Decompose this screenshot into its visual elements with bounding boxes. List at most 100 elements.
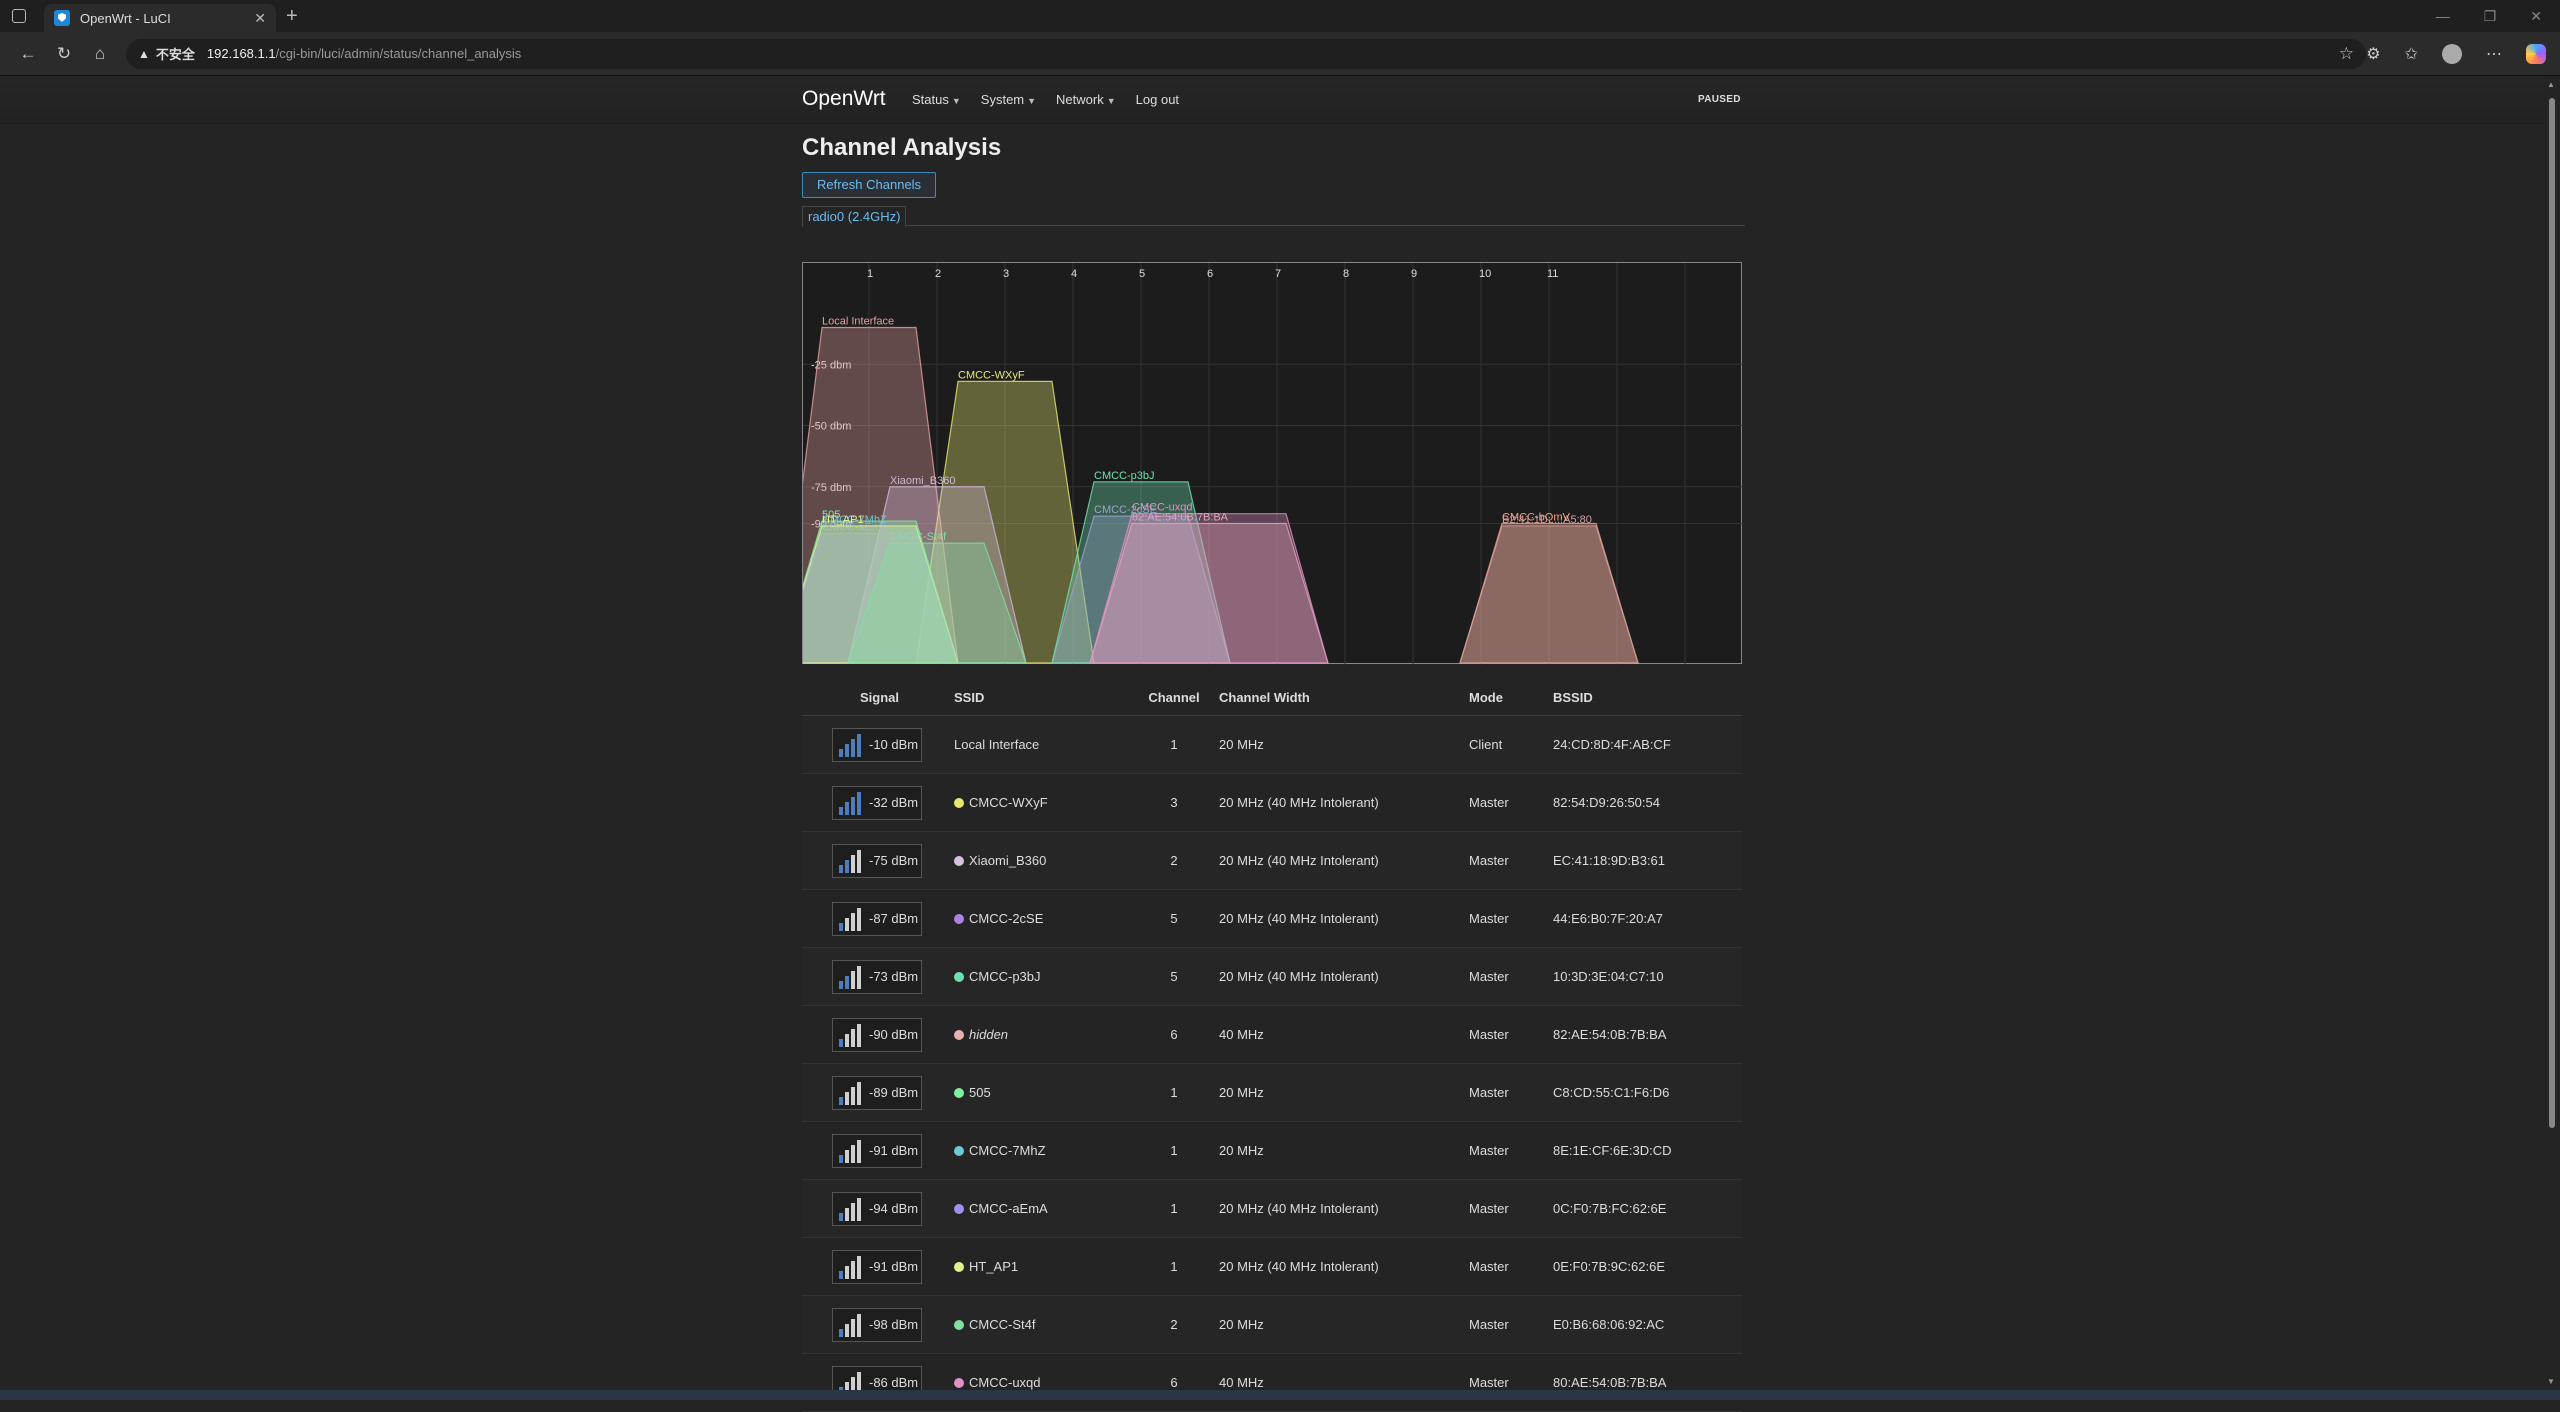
table-row: -87 dBm CMCC-2cSE 5 20 MHz (40 MHz Intol… xyxy=(802,890,1742,948)
warning-icon: ▲ xyxy=(138,46,150,61)
bssid-cell: E0:B6:68:06:92:AC xyxy=(1553,1317,1665,1332)
extensions-icon[interactable]: ⚙ xyxy=(2366,44,2380,64)
signal-bar xyxy=(839,1328,843,1337)
back-icon[interactable]: ← xyxy=(10,44,46,64)
ssid-cell: CMCC-7MhZ xyxy=(954,1143,1129,1158)
close-window-icon[interactable]: ✕ xyxy=(2530,8,2542,25)
table-row: -86 dBm CMCC-uxqd 6 40 MHz Master 80:AE:… xyxy=(802,1354,1742,1412)
signal-bar xyxy=(851,1086,855,1105)
series-label: CMCC-St4f xyxy=(890,531,947,543)
series-color-dot xyxy=(954,1029,964,1040)
tab-radio0[interactable]: radio0 (2.4GHz) xyxy=(802,206,907,227)
restore-icon[interactable]: ❐ xyxy=(2484,8,2497,25)
new-tab-icon[interactable]: + xyxy=(286,5,298,28)
series-color-dot xyxy=(954,1319,964,1330)
home-icon[interactable]: ⌂ xyxy=(82,44,118,64)
table-row: -89 dBm 505 1 20 MHz Master C8:CD:55:C1:… xyxy=(802,1064,1742,1122)
browser-tab[interactable]: OpenWrt - LuCI ✕ xyxy=(44,4,276,32)
mode-cell: Master xyxy=(1469,911,1509,926)
signal-bar xyxy=(857,1313,861,1337)
width-cell: 20 MHz (40 MHz Intolerant) xyxy=(1219,969,1379,984)
menu-label: Network xyxy=(1056,92,1104,107)
signal-cell: -87 dBm xyxy=(802,901,954,936)
ssid-value: CMCC-WXyF xyxy=(969,795,1048,810)
width-cell: 20 MHz (40 MHz Intolerant) xyxy=(1219,853,1379,868)
menu-status[interactable]: Status ▼ xyxy=(912,92,961,107)
signal-bar xyxy=(851,1144,855,1163)
width-cell: 20 MHz xyxy=(1219,1317,1264,1332)
security-status[interactable]: 不安全 xyxy=(156,44,195,63)
channel-tick-label: 2 xyxy=(935,268,941,280)
caret-down-icon: ▼ xyxy=(951,96,961,106)
signal-value: -75 dBm xyxy=(869,853,919,868)
scroll-up-icon[interactable]: ▲ xyxy=(2547,80,2555,89)
col-mode: Mode xyxy=(1469,690,1503,705)
ssid-cell: hidden xyxy=(954,1027,1129,1042)
signal-badge: -10 dBm xyxy=(832,727,922,762)
profile-avatar[interactable] xyxy=(2442,44,2462,64)
signal-badge: -32 dBm xyxy=(832,785,922,820)
ssid-cell: CMCC-2cSE xyxy=(954,911,1129,926)
series-label: CMCC-uxqd xyxy=(1132,502,1193,514)
bssid-cell: 82:AE:54:0B:7B:BA xyxy=(1553,1027,1667,1042)
width-cell: 20 MHz xyxy=(1219,1085,1264,1100)
col-signal: Signal xyxy=(860,690,900,705)
ssid-value: CMCC-aEmA xyxy=(969,1201,1048,1216)
signal-bar xyxy=(839,1154,843,1163)
signal-bar xyxy=(851,738,855,757)
table-row: -32 dBm CMCC-WXyF 3 20 MHz (40 MHz Intol… xyxy=(802,774,1742,832)
width-cell: 20 MHz (40 MHz Intolerant) xyxy=(1219,911,1379,926)
scrollbar-thumb[interactable] xyxy=(2549,98,2555,1128)
signal-value: -10 dBm xyxy=(869,737,919,752)
more-menu-icon[interactable]: ⋯ xyxy=(2486,44,2502,64)
width-cell: 40 MHz xyxy=(1219,1375,1264,1390)
poll-status[interactable]: PAUSED xyxy=(1698,94,1741,105)
mode-cell: Master xyxy=(1469,1317,1509,1332)
signal-bar xyxy=(845,1033,849,1047)
ssid-value: 505 xyxy=(969,1085,991,1100)
ssid-cell: CMCC-WXyF xyxy=(954,795,1129,810)
ssid-value: CMCC-p3bJ xyxy=(969,969,1041,984)
signal-bar xyxy=(857,907,861,931)
mode-cell: Master xyxy=(1469,1143,1509,1158)
copilot-icon[interactable] xyxy=(2526,44,2546,64)
channel-chart-svg: 1 2 3 4 5 6 7 8 9 10 11-25 dbm-50 dbm-75 dbm-90 db… xyxy=(803,263,1743,665)
close-tab-icon[interactable]: ✕ xyxy=(254,10,266,27)
scroll-down-icon[interactable]: ▼ xyxy=(2547,1377,2555,1386)
minimize-icon[interactable]: — xyxy=(2436,8,2450,24)
brand[interactable]: OpenWrt xyxy=(802,87,886,111)
favorite-star-icon[interactable]: ☆ xyxy=(2339,44,2354,64)
tab-actions-icon[interactable] xyxy=(12,9,26,23)
signal-cell: -90 dBm xyxy=(802,1017,954,1052)
signal-value: -89 dBm xyxy=(869,1085,919,1100)
url-bar[interactable]: ▲ 不安全 192.168.1.1 /cgi-bin/luci/admin/st… xyxy=(126,38,2366,69)
signal-cell: -73 dBm xyxy=(802,959,954,994)
signal-value: -86 dBm xyxy=(869,1375,919,1390)
signal-bar xyxy=(851,1260,855,1279)
page-scrollbar[interactable]: ▲ ▼ xyxy=(2544,76,2560,1390)
menu-system[interactable]: System ▼ xyxy=(981,92,1036,107)
signal-bar xyxy=(851,1202,855,1221)
series-color-dot xyxy=(954,1087,964,1098)
signal-bar xyxy=(839,748,843,757)
table-row: -73 dBm CMCC-p3bJ 5 20 MHz (40 MHz Intol… xyxy=(802,948,1742,1006)
signal-bar xyxy=(857,1139,861,1163)
menu-network[interactable]: Network ▼ xyxy=(1056,92,1116,107)
signal-strength-icon xyxy=(839,849,865,873)
series-color-dot xyxy=(954,1203,964,1214)
favorites-icon[interactable]: ✩ xyxy=(2405,44,2418,64)
signal-bar xyxy=(845,1149,849,1163)
bssid-cell: 0C:F0:7B:FC:62:6E xyxy=(1553,1201,1667,1216)
channel-cell: 3 xyxy=(1170,795,1178,810)
ssid-value: hidden xyxy=(969,1027,1009,1042)
menu-logout[interactable]: Log out xyxy=(1136,92,1179,107)
ssid-value: CMCC-St4f xyxy=(969,1317,1036,1332)
page: OpenWrt Status ▼ System ▼ Network ▼ Log out… xyxy=(0,76,2560,1412)
col-ssid: SSID xyxy=(954,690,985,705)
menu-label: Status xyxy=(912,92,949,107)
caret-down-icon: ▼ xyxy=(1027,96,1037,106)
reload-icon[interactable]: ↻ xyxy=(46,44,82,64)
signal-bar xyxy=(851,1028,855,1047)
channel-cell: 1 xyxy=(1170,1201,1178,1216)
refresh-channels-button[interactable]: Refresh Channels xyxy=(802,172,937,198)
